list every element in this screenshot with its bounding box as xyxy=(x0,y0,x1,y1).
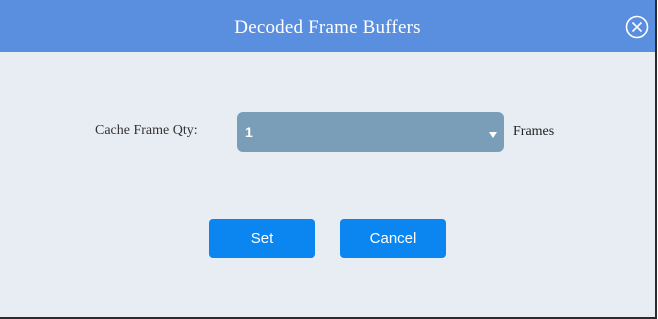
set-button[interactable]: Set xyxy=(209,219,315,258)
cache-frame-qty-select[interactable]: 1 xyxy=(237,112,504,152)
close-icon[interactable] xyxy=(625,15,649,39)
frames-unit-label: Frames xyxy=(513,124,555,139)
dropdown-arrow-icon xyxy=(489,127,497,138)
dialog-titlebar: Decoded Frame Buffers xyxy=(0,0,655,52)
cancel-button[interactable]: Cancel xyxy=(340,219,446,258)
cache-frame-qty-label: Cache Frame Qty: xyxy=(95,123,198,138)
dialog-title: Decoded Frame Buffers xyxy=(234,17,421,38)
cache-frame-qty-value: 1 xyxy=(245,124,253,140)
decoded-frame-buffers-dialog: Decoded Frame Buffers Cache Frame Qty: 1… xyxy=(0,0,657,319)
